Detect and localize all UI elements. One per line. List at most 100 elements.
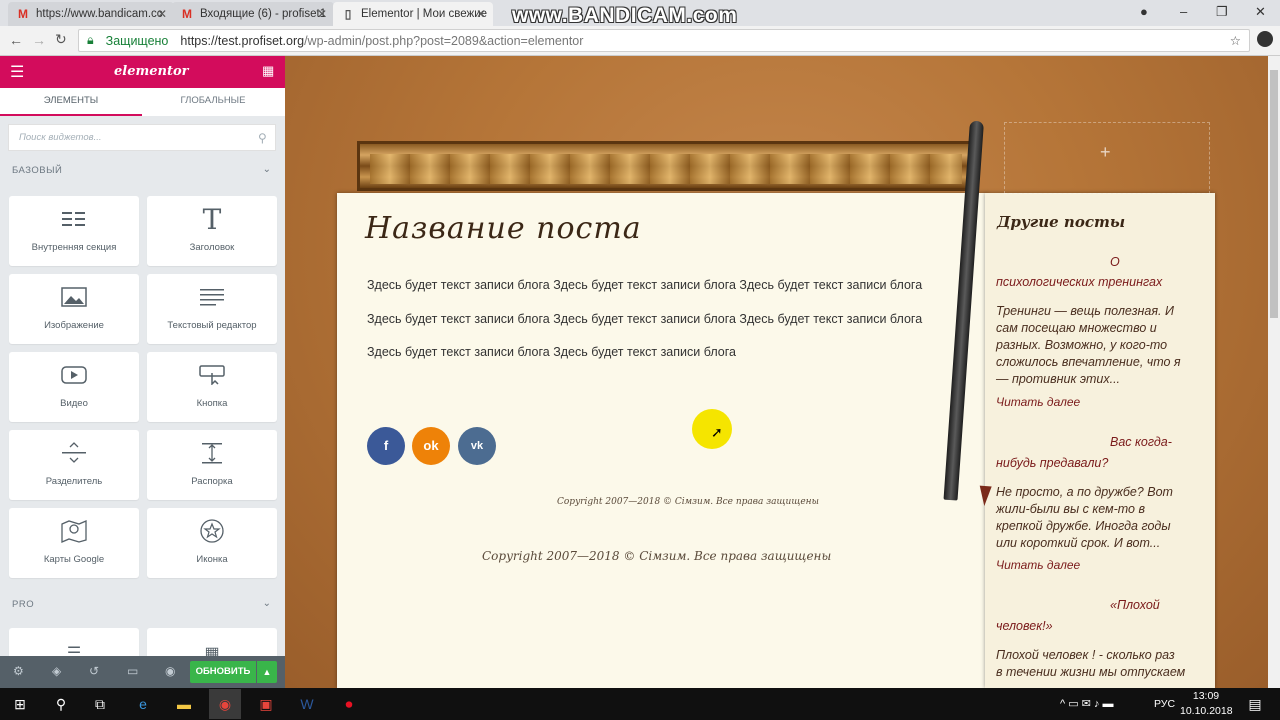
- reload-icon[interactable]: ↻: [55, 31, 67, 48]
- copyright-text[interactable]: Copyright 2007—2018 © Сімзим. Все права …: [482, 549, 831, 563]
- url-host: https://test.profiset.org: [180, 33, 305, 48]
- inner-section-icon: [9, 206, 139, 232]
- category-pro-label[interactable]: PRO: [12, 599, 34, 610]
- heading-icon: T: [202, 202, 222, 236]
- search-icon[interactable]: ⚲: [51, 694, 71, 714]
- system-tray[interactable]: ^ ▭ ✉ ♪ ▬: [1060, 697, 1114, 710]
- post-body-line[interactable]: Здесь будет текст записи блога Здесь буд…: [367, 345, 736, 359]
- gift-app-icon[interactable]: ▣: [256, 694, 276, 714]
- read-more-link[interactable]: Читать далее: [996, 557, 1080, 574]
- hamburger-menu-icon[interactable]: ☰: [10, 62, 24, 82]
- sidebar-post-title[interactable]: человек!»: [996, 618, 1053, 635]
- category-basic-label[interactable]: БАЗОВЫЙ: [12, 165, 62, 176]
- back-icon[interactable]: ←: [9, 32, 23, 48]
- widget-google-maps[interactable]: Карты Google: [9, 508, 139, 578]
- taskbar-clock[interactable]: 13:09 10.10.2018: [1180, 689, 1233, 719]
- widget-image[interactable]: Изображение: [9, 274, 139, 344]
- post-body-line[interactable]: Здесь будет текст записи блога Здесь буд…: [367, 278, 922, 292]
- widget-divider[interactable]: Разделитель: [9, 430, 139, 500]
- sidebar-post-title[interactable]: нибудь предавали?: [996, 455, 1108, 472]
- settings-gear-icon[interactable]: ⚙: [13, 664, 24, 678]
- close-icon[interactable]: ✕: [157, 7, 167, 21]
- bookmark-star-icon[interactable]: ☆: [1230, 33, 1241, 48]
- windows-start-icon[interactable]: ⊞: [10, 694, 30, 714]
- extension-icon[interactable]: [1257, 31, 1273, 47]
- read-more-link[interactable]: Читать далее: [996, 394, 1080, 411]
- post-title[interactable]: Название поста: [365, 211, 642, 246]
- chevron-down-icon[interactable]: ⌄: [263, 598, 271, 609]
- chrome-icon[interactable]: ◉: [209, 689, 241, 719]
- edge-browser-icon[interactable]: e: [133, 694, 153, 714]
- sidebar-post-excerpt: в течении жизни мы отпускаем: [996, 665, 1186, 679]
- preview-eye-icon[interactable]: ◉: [165, 664, 175, 678]
- bandicam-record-icon[interactable]: ⏺: [339, 694, 359, 714]
- widget-label: Разделитель: [45, 476, 103, 487]
- sidebar-post-excerpt: сам посещаю множество и: [996, 321, 1157, 335]
- minimize-button[interactable]: –: [1180, 4, 1187, 19]
- preview-canvas: + Название поста Здесь будет текст запис…: [285, 56, 1268, 688]
- sidebar-post-title[interactable]: психологических тренингах: [996, 274, 1162, 291]
- widget-heading[interactable]: T Заголовок: [147, 196, 277, 266]
- sidebar-post-title[interactable]: О: [1110, 254, 1120, 271]
- widget-icon[interactable]: Иконка: [147, 508, 277, 578]
- tab-inbox[interactable]: M Входящие (6) - profiset1 ✕: [172, 2, 334, 26]
- close-icon[interactable]: ✕: [476, 7, 486, 21]
- add-element-plus-icon[interactable]: +: [1100, 142, 1111, 163]
- tab-elementor[interactable]: ▯ Elementor | Мои свежие ✕: [333, 2, 493, 26]
- navigator-layers-icon[interactable]: ◈: [52, 664, 61, 678]
- responsive-desktop-icon[interactable]: ▭: [127, 664, 138, 678]
- history-icon[interactable]: ↺: [89, 664, 99, 678]
- video-icon: [9, 362, 139, 388]
- clock-date: 10.10.2018: [1180, 705, 1233, 717]
- url-field[interactable]: 🔒︎ Защищено https://test.profiset.org /w…: [78, 29, 1250, 52]
- update-button[interactable]: ОБНОВИТЬ: [190, 661, 256, 683]
- profile-icon[interactable]: ●: [1140, 4, 1148, 19]
- close-icon[interactable]: ✕: [317, 7, 327, 21]
- divider-icon: [9, 440, 139, 466]
- gmail-icon: M: [18, 7, 28, 21]
- security-label: Защищено: [105, 33, 169, 48]
- maximize-button[interactable]: ❐: [1216, 4, 1228, 20]
- page-scrollbar[interactable]: [1268, 56, 1280, 688]
- copyright-text[interactable]: Copyright 2007—2018 © Сімзим. Все права …: [557, 497, 819, 507]
- star-icon: [147, 518, 277, 544]
- browser-tab-bar: M https://www.bandicam.cc ✕ M Входящие (…: [0, 0, 1280, 27]
- tab-elements[interactable]: ЭЛЕМЕНТЫ: [0, 88, 142, 116]
- sidebar-post-title[interactable]: Вас когда-: [1110, 434, 1172, 451]
- widget-text-editor[interactable]: Текстовый редактор: [147, 274, 277, 344]
- language-indicator[interactable]: РУС: [1154, 698, 1175, 710]
- sidebar-post-excerpt: — противник этих...: [996, 372, 1121, 386]
- page-icon: ▯: [344, 7, 352, 21]
- url-path: /wp-admin/post.php?post=2089&action=elem…: [304, 33, 584, 48]
- scrollbar-thumb[interactable]: [1270, 70, 1278, 318]
- search-icon: ⚲: [258, 131, 267, 145]
- widgets-grid-icon[interactable]: ▦: [262, 63, 274, 79]
- widget-spacer[interactable]: Распорка: [147, 430, 277, 500]
- forward-icon[interactable]: →: [32, 32, 46, 48]
- decorative-frame-image: [357, 141, 975, 191]
- task-view-icon[interactable]: ⧉: [90, 694, 110, 714]
- widget-search-input[interactable]: Поиск виджетов...: [8, 124, 276, 151]
- tab-bandicam[interactable]: M https://www.bandicam.cc ✕: [8, 2, 174, 26]
- notifications-icon[interactable]: ▤: [1245, 694, 1265, 714]
- sidebar-paper-background: [985, 193, 1215, 688]
- sidebar-post-title[interactable]: «Плохой: [1110, 597, 1160, 614]
- vk-icon[interactable]: vk: [458, 427, 496, 465]
- tab-global[interactable]: ГЛОБАЛЬНЫЕ: [142, 88, 284, 116]
- post-body-line[interactable]: Здесь будет текст записи блога Здесь буд…: [367, 312, 922, 326]
- sidebar-post-excerpt: сложилось впечатление, что я: [996, 355, 1181, 369]
- widget-video[interactable]: Видео: [9, 352, 139, 422]
- facebook-icon[interactable]: f: [367, 427, 405, 465]
- word-icon[interactable]: W: [297, 694, 317, 714]
- widget-button[interactable]: Кнопка: [147, 352, 277, 422]
- sidebar-post-excerpt: Тренинги — вещь полезная. И: [996, 304, 1174, 318]
- chevron-down-icon[interactable]: ⌄: [263, 164, 271, 175]
- tab-title: https://www.bandicam.cc: [36, 8, 163, 20]
- update-options-caret-icon[interactable]: ▲: [257, 661, 277, 683]
- odnoklassniki-icon[interactable]: ok: [412, 427, 450, 465]
- windows-taskbar: ⊞ ⚲ ⧉ e ▬ ◉ ▣ W ⏺ ^ ▭ ✉ ♪ ▬ РУС 13:09 10…: [0, 688, 1280, 720]
- close-window-button[interactable]: ✕: [1255, 4, 1266, 20]
- file-explorer-icon[interactable]: ▬: [174, 694, 194, 714]
- widget-inner-section[interactable]: Внутренняя секция: [9, 196, 139, 266]
- widget-label: Видео: [60, 398, 88, 409]
